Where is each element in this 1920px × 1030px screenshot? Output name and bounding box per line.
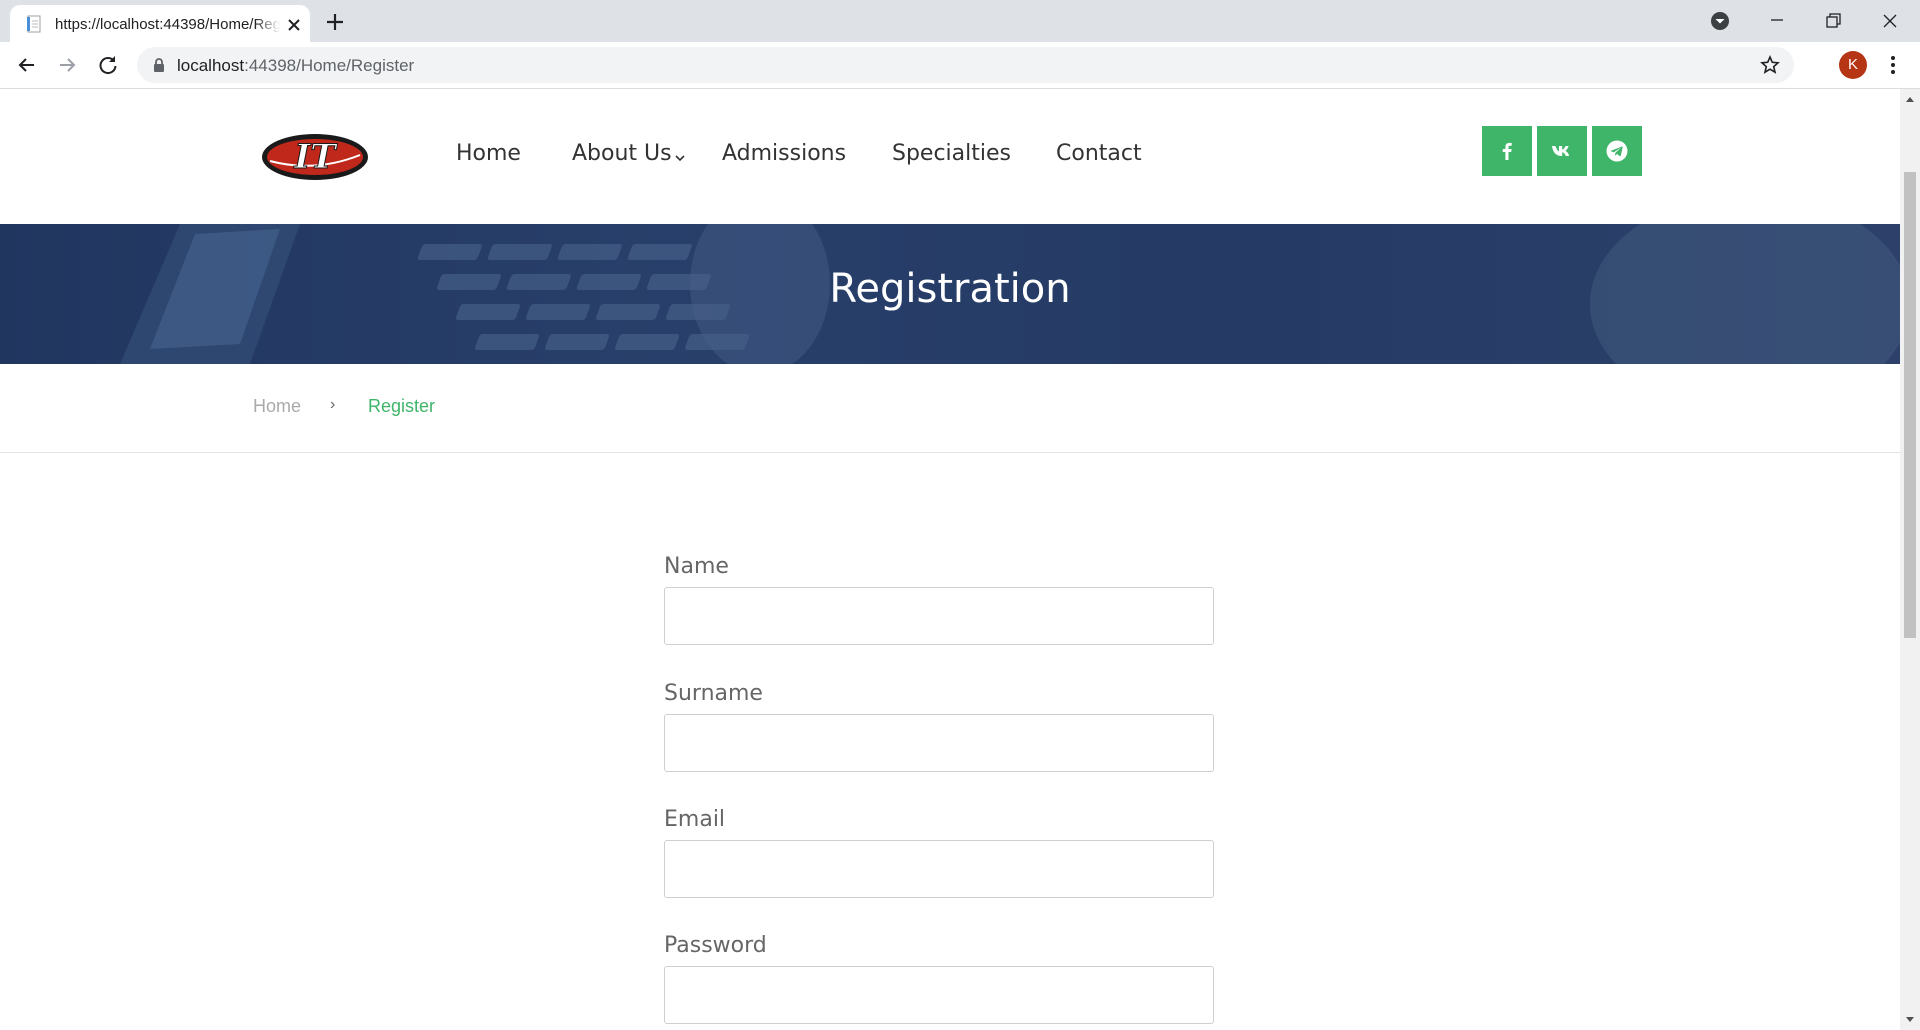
new-tab-icon[interactable]	[324, 11, 346, 33]
page-banner: Registration	[0, 224, 1900, 364]
minimize-icon[interactable]	[1757, 6, 1797, 36]
url-path: :44398/Home/Register	[244, 56, 415, 75]
breadcrumb-home-link[interactable]: Home	[253, 396, 301, 417]
nav-contact[interactable]: Contact	[1056, 141, 1142, 166]
browser-tab[interactable]: https://localhost:44398/Home/Register	[10, 5, 310, 42]
nav-admissions[interactable]: Admissions	[722, 141, 846, 166]
scroll-up-arrow-icon[interactable]	[1905, 95, 1915, 103]
scroll-down-arrow-icon[interactable]	[1905, 1016, 1915, 1024]
email-input[interactable]	[664, 840, 1214, 898]
surname-input[interactable]	[664, 714, 1214, 772]
tab-search-icon[interactable]	[1700, 6, 1740, 36]
breadcrumb-separator: ›	[330, 396, 336, 413]
tab-title-fade	[255, 14, 280, 36]
browser-menu-icon[interactable]	[1884, 52, 1902, 78]
url-host: localhost	[177, 56, 245, 75]
telegram-button[interactable]	[1592, 126, 1642, 176]
lock-icon[interactable]	[151, 57, 167, 73]
restore-icon[interactable]	[1813, 6, 1853, 36]
page-viewport: IT Home About Us Admissions Specialties …	[0, 89, 1900, 1030]
password-input[interactable]	[664, 966, 1214, 1024]
browser-tab-strip: https://localhost:44398/Home/Register	[0, 0, 1920, 42]
breadcrumb: Home › Register	[0, 364, 1900, 453]
forward-icon[interactable]	[54, 52, 80, 78]
site-header: IT Home About Us Admissions Specialties …	[0, 89, 1900, 224]
email-label: Email	[664, 807, 726, 832]
breadcrumb-current: Register	[368, 396, 436, 416]
password-label: Password	[664, 933, 767, 958]
nav-home[interactable]: Home	[456, 141, 521, 166]
nav-specialties[interactable]: Specialties	[892, 141, 1011, 166]
svg-text:IT: IT	[293, 137, 338, 177]
facebook-icon	[1502, 142, 1512, 160]
reload-icon[interactable]	[95, 52, 121, 78]
bookmark-star-icon[interactable]	[1760, 55, 1780, 75]
vk-button[interactable]	[1537, 126, 1587, 176]
vk-icon	[1552, 146, 1570, 156]
browser-toolbar: localhost:44398/Home/Register K	[0, 42, 1920, 89]
surname-label: Surname	[664, 681, 763, 706]
page-scrollbar[interactable]	[1900, 89, 1920, 1030]
page-favicon-icon	[27, 15, 41, 33]
name-input[interactable]	[664, 587, 1214, 645]
url-text: localhost:44398/Home/Register	[177, 56, 414, 76]
scrollbar-thumb[interactable]	[1904, 172, 1916, 638]
address-bar[interactable]: localhost:44398/Home/Register	[137, 47, 1794, 83]
name-label: Name	[664, 554, 729, 579]
telegram-icon	[1606, 140, 1628, 162]
close-tab-icon[interactable]	[285, 16, 303, 34]
page-title: Registration	[829, 266, 1071, 312]
facebook-button[interactable]	[1482, 126, 1532, 176]
profile-avatar[interactable]: K	[1839, 51, 1867, 79]
close-window-icon[interactable]	[1870, 6, 1910, 36]
chevron-down-icon[interactable]	[674, 153, 686, 163]
tab-title: https://localhost:44398/Home/Register	[55, 16, 280, 33]
nav-about-us[interactable]: About Us	[572, 141, 672, 166]
back-icon[interactable]	[14, 52, 40, 78]
site-logo[interactable]: IT	[260, 131, 370, 183]
